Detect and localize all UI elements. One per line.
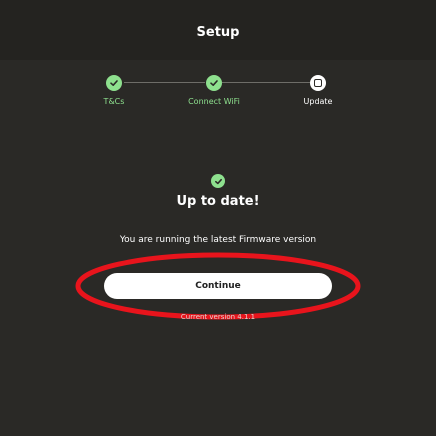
page-title: Setup	[196, 24, 240, 40]
step-connector-1	[124, 82, 205, 83]
check-icon	[110, 80, 118, 86]
square-icon	[314, 79, 322, 87]
current-version-text: Current version 4.1.1	[180, 313, 256, 321]
step-label-connect-wifi: Connect WiFi	[188, 97, 240, 106]
continue-button[interactable]: Continue	[104, 273, 332, 299]
check-icon	[210, 80, 218, 86]
setup-screen: Setup T&Cs Connect WiFi Update Up to dat…	[0, 0, 436, 436]
check-icon	[214, 178, 222, 184]
step-connect-wifi-indicator	[206, 75, 222, 91]
setup-stepper: T&Cs Connect WiFi Update	[0, 70, 436, 120]
step-label-update: Update	[303, 97, 333, 106]
status-message: You are running the latest Firmware vers…	[119, 235, 317, 245]
header-bar: Setup	[0, 0, 436, 60]
step-connector-2	[222, 82, 310, 83]
step-update-indicator	[310, 75, 326, 91]
up-to-date-check-icon	[211, 174, 225, 188]
step-label-tcs: T&Cs	[103, 97, 125, 106]
status-title: Up to date!	[176, 194, 260, 209]
step-tcs-indicator	[106, 75, 122, 91]
